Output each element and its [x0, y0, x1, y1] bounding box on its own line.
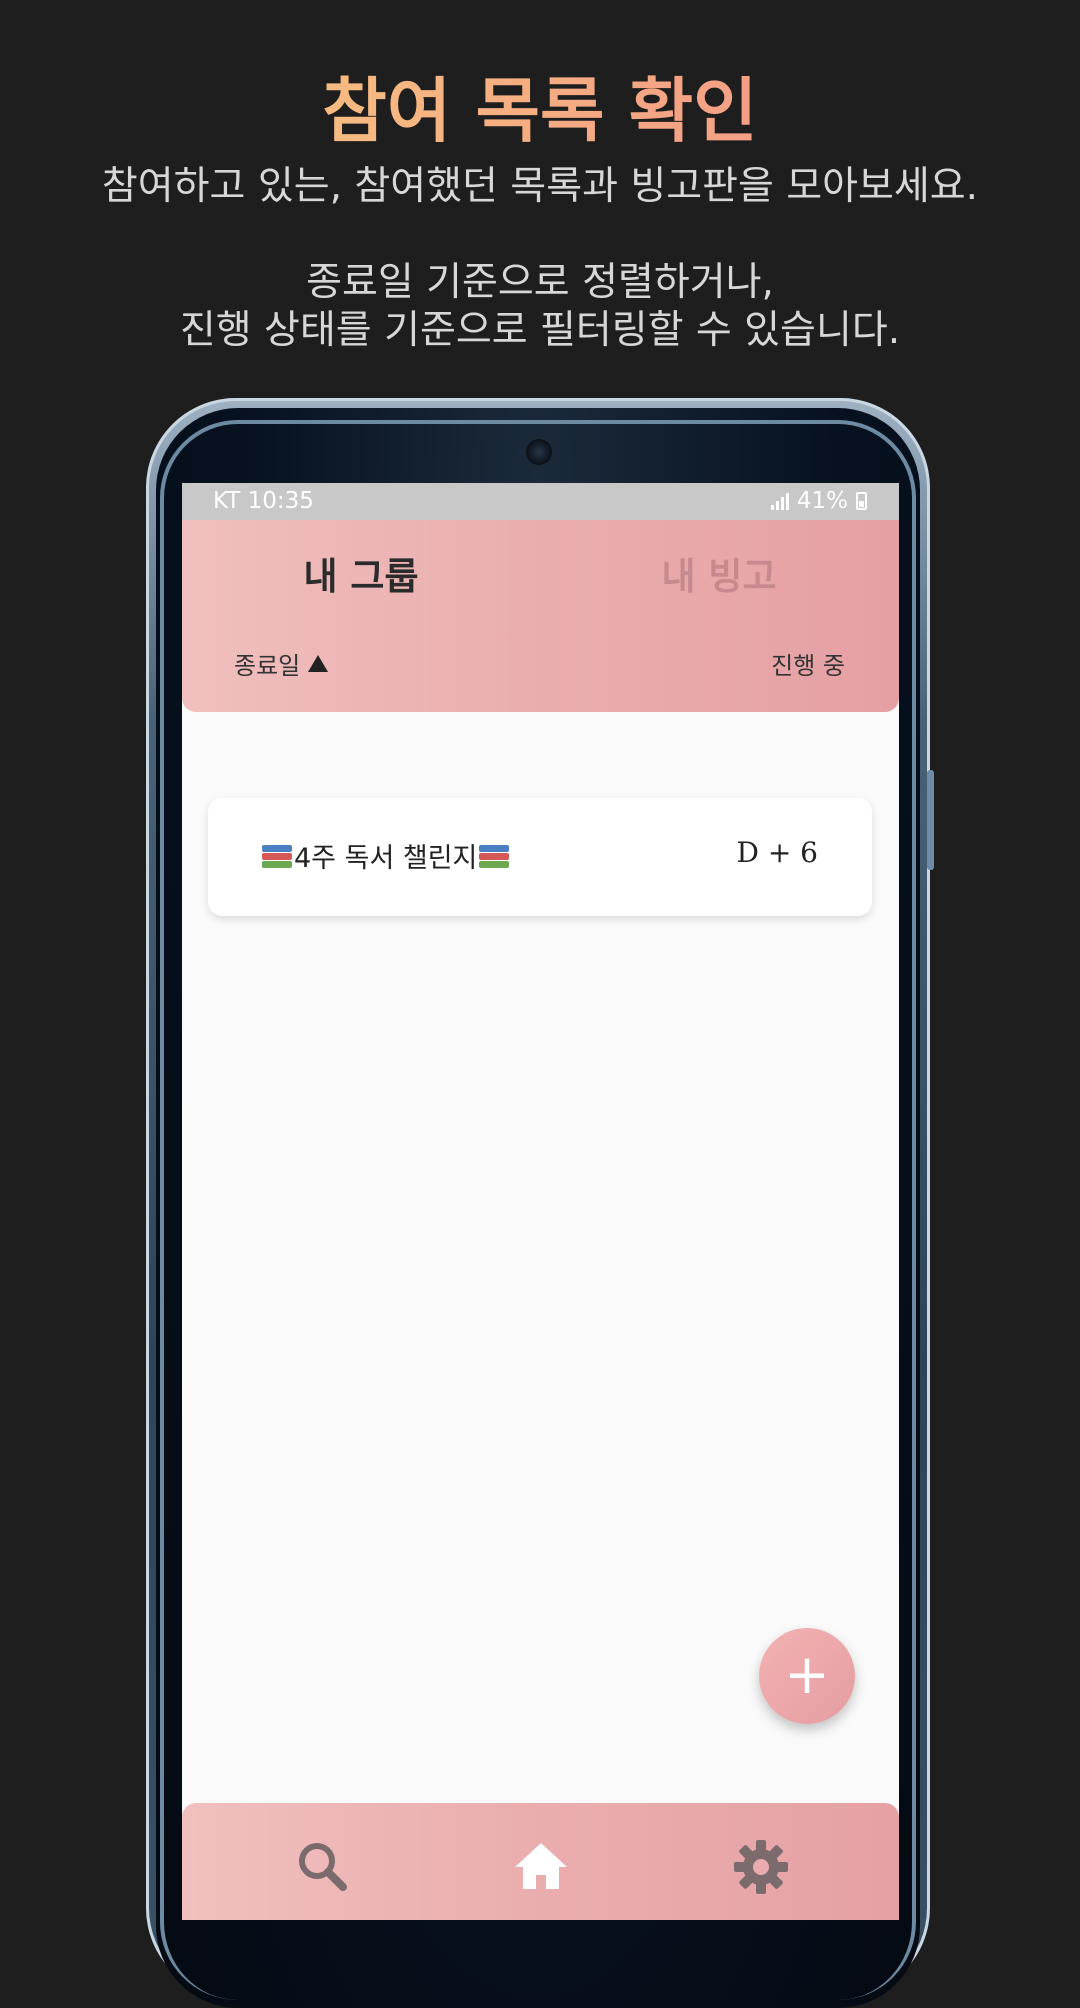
app-screen: KT 10:35 41% 내 그룹 내 빙고 종료일 진행 중 4주 독서 챌린…	[182, 483, 899, 1920]
status-bar: KT 10:35 41%	[182, 483, 899, 520]
add-group-button[interactable]: +	[759, 1628, 855, 1724]
promo-description-line3: 진행 상태를 기준으로 필터링할 수 있습니다.	[179, 308, 901, 353]
tab-my-bingo[interactable]: 내 빙고	[540, 552, 898, 602]
battery-level: 41%	[796, 488, 848, 514]
sort-by-end-date[interactable]: 종료일	[234, 646, 329, 681]
books-icon	[479, 844, 510, 868]
promo-title: 참여 목록 확인	[0, 66, 1080, 156]
gear-icon[interactable]	[731, 1837, 791, 1897]
app-header: 내 그룹 내 빙고 종료일 진행 중	[182, 520, 899, 712]
promo-description-line2: 종료일 기준으로 정렬하거나,	[306, 260, 774, 305]
status-filter[interactable]: 진행 중	[771, 646, 845, 681]
battery-icon	[856, 492, 867, 510]
status-icons: 41%	[770, 488, 867, 514]
signal-icon	[770, 492, 789, 510]
status-carrier-time: KT 10:35	[213, 488, 314, 514]
sort-ascending-icon	[308, 655, 329, 672]
home-icon[interactable]	[511, 1837, 571, 1897]
promo-description: 참여하고 있는, 참여했던 목록과 빙고판을 모아보세요.	[101, 164, 979, 209]
search-icon[interactable]	[293, 1837, 353, 1897]
group-card[interactable]: 4주 독서 챌린지 D + 6	[208, 798, 872, 916]
tab-my-groups[interactable]: 내 그룹	[182, 552, 540, 602]
bottom-navigation	[182, 1803, 899, 1920]
front-camera	[526, 439, 552, 465]
sort-label: 종료일	[234, 652, 301, 680]
group-title: 4주 독서 챌린지	[260, 836, 511, 875]
phone-side-button	[927, 770, 934, 870]
books-icon	[262, 844, 292, 868]
group-name: 4주 독서 챌린지	[294, 843, 478, 874]
group-dday: D + 6	[736, 836, 818, 869]
